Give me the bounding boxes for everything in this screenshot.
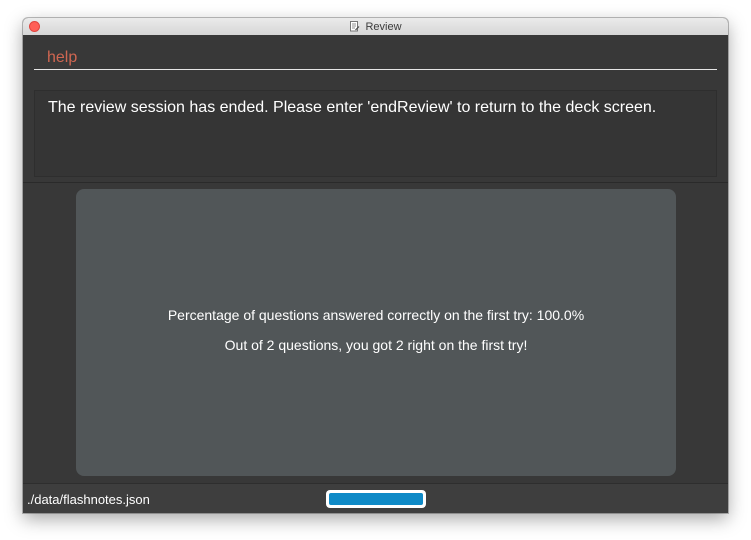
- progress-fill: [329, 493, 423, 505]
- title-bar[interactable]: Review: [23, 18, 728, 36]
- app-window: Review The review session has ended. Ple…: [23, 18, 728, 513]
- status-bar: ./data/flashnotes.json: [23, 483, 728, 513]
- review-panel: Percentage of questions answered correct…: [23, 183, 728, 483]
- summary-text: Out of 2 questions, you got 2 right on t…: [224, 337, 528, 353]
- document-icon: [350, 21, 360, 32]
- percentage-correct-text: Percentage of questions answered correct…: [167, 307, 585, 323]
- result-message: The review session has ended. Please ent…: [48, 99, 657, 116]
- result-text-area[interactable]: The review session has ended. Please ent…: [34, 90, 717, 177]
- window-title: Review: [365, 20, 402, 33]
- file-path: ./data/flashnotes.json: [27, 492, 150, 507]
- progress-bar: [326, 490, 426, 508]
- command-box: [23, 35, 728, 90]
- statistics-card: Percentage of questions answered correct…: [76, 189, 676, 476]
- title-group: Review: [23, 18, 728, 35]
- command-input[interactable]: [34, 46, 717, 70]
- result-display: The review session has ended. Please ent…: [23, 90, 728, 183]
